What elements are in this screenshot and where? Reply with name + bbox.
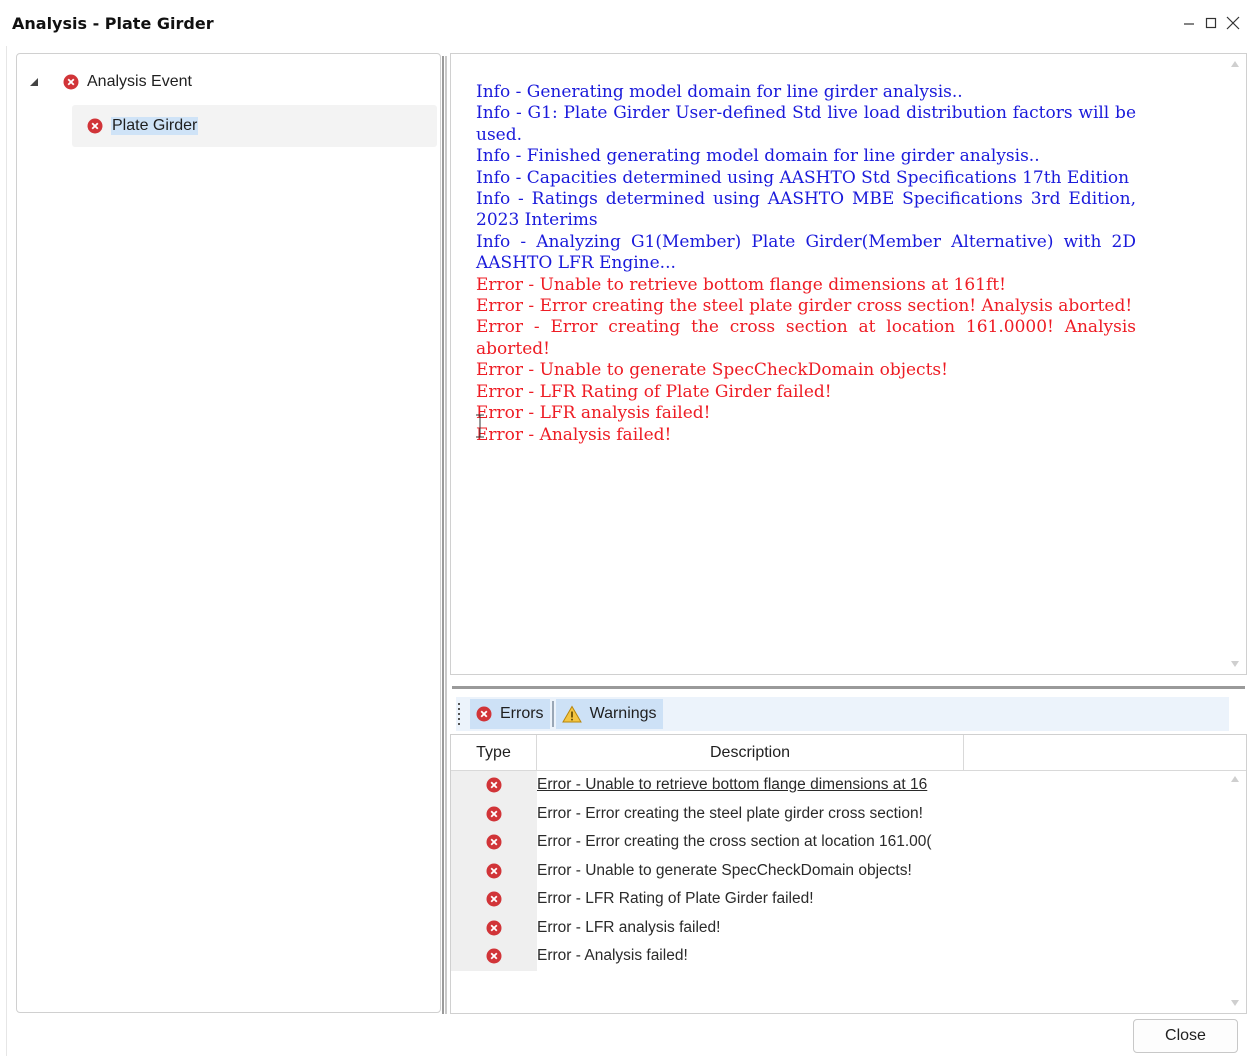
close-icon bbox=[1226, 16, 1240, 30]
error-icon bbox=[486, 777, 502, 793]
scroll-up-icon[interactable] bbox=[1230, 60, 1240, 68]
tree-item-analysis-event[interactable]: Analysis Event bbox=[27, 67, 192, 97]
maximize-button[interactable] bbox=[1200, 10, 1222, 36]
row-type-cell bbox=[451, 885, 537, 914]
row-description: Error - Unable to generate SpecCheckDoma… bbox=[537, 861, 912, 879]
window-title: Analysis - Plate Girder bbox=[12, 14, 214, 33]
row-description: Error - LFR analysis failed! bbox=[537, 918, 721, 936]
table-body: Error - Unable to retrieve bottom flange… bbox=[451, 771, 1246, 971]
row-description-cell: Error - LFR analysis failed! bbox=[537, 919, 964, 937]
row-description-cell: Error - Analysis failed! bbox=[537, 947, 964, 965]
errors-tab[interactable]: Errors bbox=[470, 699, 550, 729]
error-icon bbox=[486, 806, 502, 822]
log-line: Info - Capacities determined using AASHT… bbox=[476, 167, 1130, 188]
error-icon bbox=[486, 863, 502, 879]
log-line: Info - Ratings determined using AASHTO M… bbox=[476, 189, 1136, 231]
close-window-button[interactable] bbox=[1222, 10, 1244, 36]
row-description: Error - Analysis failed! bbox=[537, 947, 688, 965]
log-line: Info - Analyzing G1(Member) Plate Girder… bbox=[476, 231, 1136, 274]
row-description-cell: Error - Error creating the cross section… bbox=[537, 833, 964, 851]
row-type-cell bbox=[451, 856, 537, 885]
row-description-cell: Error - Error creating the steel plate g… bbox=[537, 805, 964, 823]
log-line: Info - Generating model domain for line … bbox=[476, 82, 963, 102]
text-cursor-icon bbox=[476, 414, 484, 438]
log-line: Info - G1: Plate Girder User-defined Std… bbox=[476, 103, 1136, 145]
row-description-cell: Error - LFR Rating of Plate Girder faile… bbox=[537, 890, 964, 908]
table-row[interactable]: Error - Unable to generate SpecCheckDoma… bbox=[451, 856, 1246, 885]
table-row[interactable]: Error - LFR Rating of Plate Girder faile… bbox=[451, 885, 1246, 914]
column-header-description[interactable]: Description bbox=[537, 735, 964, 771]
row-type-cell bbox=[451, 828, 537, 857]
error-icon bbox=[486, 948, 502, 964]
errors-tab-label: Errors bbox=[500, 705, 544, 722]
log-text: Info - Generating model domain for line … bbox=[476, 82, 1136, 446]
log-line: Error - LFR analysis failed! bbox=[476, 403, 711, 424]
minimize-button[interactable] bbox=[1178, 10, 1200, 36]
row-type-cell bbox=[451, 942, 537, 971]
analysis-log[interactable]: Info - Generating model domain for line … bbox=[450, 53, 1247, 675]
maximize-icon bbox=[1205, 17, 1217, 29]
table-row[interactable]: Error - LFR analysis failed! bbox=[451, 913, 1246, 942]
table-row[interactable]: Error - Error creating the cross section… bbox=[451, 828, 1246, 857]
scroll-up-icon[interactable] bbox=[1230, 775, 1240, 783]
log-line: Error - LFR Rating of Plate Girder faile… bbox=[476, 381, 832, 402]
errors-table[interactable]: Type Description Error - Unable to retri… bbox=[450, 734, 1247, 1014]
table-header: Type Description bbox=[451, 735, 1246, 771]
error-icon bbox=[486, 891, 502, 907]
log-line: Error - Error creating the cross section… bbox=[476, 317, 1136, 359]
log-line: Error - Analysis failed! bbox=[476, 424, 672, 445]
table-row[interactable]: Error - Unable to retrieve bottom flange… bbox=[451, 771, 1246, 800]
scroll-down-icon[interactable] bbox=[1230, 660, 1240, 668]
log-line: Error - Error creating the steel plate g… bbox=[476, 296, 1133, 317]
analysis-tree[interactable]: Analysis Event Plate Girder bbox=[16, 53, 441, 1013]
close-button[interactable]: Close bbox=[1133, 1019, 1238, 1053]
row-type-cell bbox=[451, 913, 537, 942]
dialog-border bbox=[6, 46, 7, 1056]
warnings-tab[interactable]: Warnings bbox=[555, 699, 663, 729]
log-line: Error - Unable to generate SpecCheckDoma… bbox=[476, 360, 948, 381]
log-line: Error - Unable to retrieve bottom flange… bbox=[476, 274, 1006, 295]
row-description-cell: Error - Unable to generate SpecCheckDoma… bbox=[537, 862, 964, 880]
tab-separator bbox=[551, 701, 554, 727]
warnings-tab-label: Warnings bbox=[589, 705, 657, 722]
tree-item-plate-girder[interactable]: Plate Girder bbox=[72, 105, 437, 147]
tree-item-label: Analysis Event bbox=[87, 73, 192, 90]
row-description: Error - Error creating the cross section… bbox=[537, 833, 932, 851]
row-description: Error - Unable to retrieve bottom flange… bbox=[537, 776, 928, 794]
tree-item-label: Plate Girder bbox=[111, 117, 199, 135]
table-row[interactable]: Error - Error creating the steel plate g… bbox=[451, 799, 1246, 828]
row-type-cell bbox=[451, 799, 537, 828]
window-controls bbox=[1178, 10, 1244, 36]
log-line: Info - Finished generating model domain … bbox=[476, 146, 1040, 167]
horizontal-splitter[interactable] bbox=[452, 685, 1245, 690]
row-type-cell bbox=[451, 771, 537, 800]
row-description: Error - Error creating the steel plate g… bbox=[537, 804, 923, 822]
error-icon bbox=[476, 706, 492, 722]
error-icon bbox=[486, 834, 502, 850]
warning-icon bbox=[561, 705, 582, 723]
error-icon bbox=[486, 920, 502, 936]
row-description-cell: Error - Unable to retrieve bottom flange… bbox=[537, 776, 964, 794]
error-icon bbox=[63, 74, 79, 90]
toolbar-grip[interactable] bbox=[458, 703, 464, 725]
column-header-type[interactable]: Type bbox=[451, 735, 537, 771]
minimize-icon bbox=[1184, 23, 1194, 25]
vertical-splitter[interactable] bbox=[441, 56, 448, 1014]
message-tabs-toolbar: Errors Warnings bbox=[456, 697, 1229, 731]
expand-triangle-icon[interactable] bbox=[27, 75, 41, 89]
row-description: Error - LFR Rating of Plate Girder faile… bbox=[537, 890, 814, 908]
table-row[interactable]: Error - Analysis failed! bbox=[451, 942, 1246, 971]
title-bar: Analysis - Plate Girder bbox=[0, 0, 1250, 46]
error-icon bbox=[87, 118, 103, 134]
scroll-down-icon[interactable] bbox=[1230, 999, 1240, 1007]
